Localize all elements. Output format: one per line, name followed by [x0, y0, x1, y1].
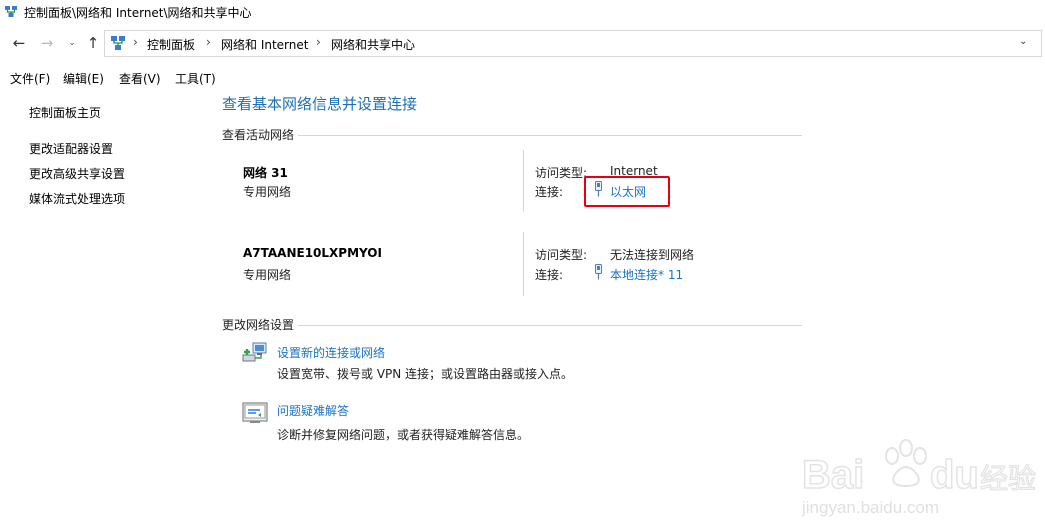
access-type-value: 无法连接到网络	[610, 248, 695, 262]
network-divider	[523, 150, 524, 212]
back-icon[interactable]: ←	[10, 34, 28, 52]
recent-dropdown-icon[interactable]: ⌄	[63, 34, 81, 52]
breadcrumb-separator: ›	[206, 35, 211, 49]
title-bar: 控制面板\网络和 Internet\网络和共享中心	[0, 0, 1045, 24]
troubleshoot-link[interactable]: 问题疑难解答	[277, 402, 349, 419]
watermark-url: jingyan.baidu.com	[802, 498, 940, 517]
connection-link-local[interactable]: 本地连接* 11	[610, 266, 683, 283]
network-name: A7TAANE10LXPMYOI	[243, 246, 382, 260]
adapter-icon	[595, 264, 602, 280]
breadcrumb-separator: ›	[316, 35, 321, 49]
baidu-watermark: Bai du 经验 jingyan.baidu.com	[800, 428, 1040, 523]
menu-view[interactable]: 查看(V)	[119, 70, 161, 87]
svg-text:Bai: Bai	[802, 453, 864, 497]
menu-edit[interactable]: 编辑(E)	[63, 70, 104, 87]
network-name: 网络 31	[243, 166, 288, 180]
section-divider	[222, 325, 802, 326]
network-center-icon	[5, 6, 17, 17]
svg-text:du: du	[930, 453, 979, 497]
network-divider	[523, 232, 524, 296]
access-type-label: 访问类型:	[535, 166, 588, 180]
section-title-change-settings: 更改网络设置	[222, 316, 299, 333]
network-setup-icon	[242, 342, 267, 362]
troubleshoot-icon	[242, 402, 268, 423]
setup-connection-link[interactable]: 设置新的连接或网络	[277, 344, 385, 361]
access-type-label: 访问类型:	[535, 248, 588, 262]
connection-label: 连接:	[535, 268, 564, 282]
breadcrumb-network-internet[interactable]: 网络和 Internet	[221, 36, 308, 53]
chevron-down-icon[interactable]: ⌄	[1019, 36, 1027, 47]
sidebar-item-control-panel-home[interactable]: 控制面板主页	[29, 104, 101, 121]
page-title: 查看基本网络信息并设置连接	[222, 95, 418, 113]
network-center-icon	[111, 36, 125, 50]
section-divider	[222, 135, 802, 136]
network-category[interactable]: 专用网络	[243, 183, 291, 200]
svg-text:经验: 经验	[980, 462, 1036, 495]
breadcrumb-network-sharing-center[interactable]: 网络和共享中心	[331, 36, 415, 53]
setup-connection-description: 设置宽带、拨号或 VPN 连接；或设置路由器或接入点。	[277, 367, 574, 381]
breadcrumb-separator: ›	[133, 35, 138, 49]
sidebar-item-change-adapter[interactable]: 更改适配器设置	[29, 140, 113, 157]
highlight-box	[584, 176, 670, 207]
menu-file[interactable]: 文件(F)	[10, 70, 50, 87]
sidebar-item-advanced-sharing[interactable]: 更改高级共享设置	[29, 165, 125, 182]
sidebar-item-media-streaming[interactable]: 媒体流式处理选项	[29, 190, 125, 207]
troubleshoot-description: 诊断并修复网络问题，或者获得疑难解答信息。	[277, 428, 530, 442]
forward-icon[interactable]: →	[38, 34, 56, 52]
window-title: 控制面板\网络和 Internet\网络和共享中心	[24, 6, 252, 20]
connection-label: 连接:	[535, 185, 564, 199]
up-icon[interactable]: ↑	[84, 34, 102, 52]
section-title-active-networks: 查看活动网络	[222, 126, 299, 143]
network-category[interactable]: 专用网络	[243, 266, 291, 283]
breadcrumb-control-panel[interactable]: 控制面板	[147, 36, 195, 53]
menu-tools[interactable]: 工具(T)	[175, 70, 216, 87]
